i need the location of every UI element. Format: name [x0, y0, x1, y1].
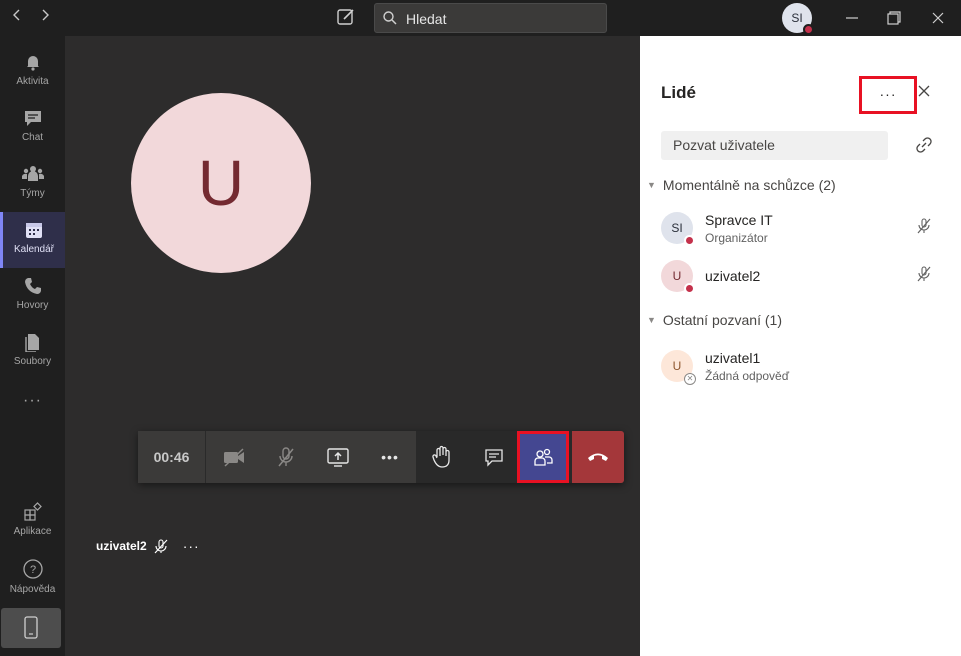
raise-hand-button[interactable] [416, 431, 468, 483]
user-initials: SI [791, 11, 803, 25]
share-screen-button[interactable] [312, 431, 364, 483]
hang-up-icon [588, 453, 608, 461]
rail-item-chat[interactable]: Chat [0, 100, 65, 156]
avatar: U [661, 260, 695, 294]
no-response-status-icon: ✕ [684, 373, 696, 385]
caller-mic-off-icon [154, 539, 168, 554]
caller-more-options[interactable]: ··· [183, 538, 200, 554]
device-settings-button[interactable] [1, 608, 61, 648]
hang-up-button[interactable] [572, 431, 624, 483]
rail-label: Nápověda [9, 584, 56, 595]
section-in-meeting-header[interactable]: ▼ Momentálně na schůzce (2) [647, 177, 836, 193]
busy-status-dot [684, 235, 695, 246]
new-chat-compose-icon[interactable] [336, 7, 358, 29]
raise-hand-icon [432, 445, 450, 468]
rail-item-teams[interactable]: Týmy [0, 156, 65, 212]
share-screen-icon [327, 448, 349, 467]
app-rail: Aktivita Chat Týmy Kalendář Hovory Soubo… [0, 36, 65, 656]
title-bar: Hledat SI [0, 0, 961, 36]
participant-avatar-large: U [131, 93, 311, 273]
camera-off-icon [224, 448, 244, 467]
minimize-icon[interactable] [840, 6, 864, 30]
avatar-initials: U [672, 359, 682, 373]
call-controls: 00:46 ••• [138, 431, 624, 483]
busy-status-dot [684, 283, 695, 294]
camera-off-button[interactable] [208, 431, 260, 483]
user-avatar[interactable]: SI [782, 3, 814, 35]
caller-name: uzivatel2 [96, 539, 147, 553]
participants-icon [534, 448, 553, 466]
rail-label: Týmy [20, 188, 45, 199]
help-icon: ? [22, 559, 43, 579]
participant-role: Organizátor [705, 231, 768, 245]
mic-off-icon [278, 447, 294, 467]
participant-response: Žádná odpověď [705, 369, 790, 383]
collapse-triangle-icon: ▼ [647, 315, 656, 325]
participant-name: Spravce IT [705, 212, 773, 228]
mic-off-button[interactable] [260, 431, 312, 483]
files-icon [24, 334, 39, 352]
rail-more-apps[interactable]: ··· [0, 392, 65, 410]
more-actions-button[interactable]: ••• [364, 431, 416, 483]
rail-label: Hovory [16, 300, 49, 311]
rail-item-activity[interactable]: Aktivita [0, 44, 65, 100]
rail-label: Soubory [13, 356, 52, 367]
panel-more-options-button[interactable]: ··· [859, 76, 917, 114]
close-panel-icon[interactable] [916, 83, 932, 99]
rail-item-calendar[interactable]: Kalendář [0, 212, 65, 268]
rail-label: Aplikace [13, 526, 52, 537]
forward-arrow-icon[interactable] [35, 7, 55, 27]
avatar-initials: U [672, 269, 682, 283]
rail-label: Chat [21, 132, 44, 143]
calendar-icon [26, 223, 42, 238]
apps-icon [23, 502, 42, 521]
people-panel: Lidé ··· Pozvat uživatele ▼ Momentálně na… [640, 36, 961, 656]
rail-item-files[interactable]: Soubory [0, 324, 65, 380]
rail-item-help[interactable]: ? Nápověda [0, 550, 65, 606]
bell-icon [26, 56, 39, 71]
search-icon [382, 10, 398, 31]
phone-icon [24, 278, 41, 294]
copy-join-link-icon[interactable] [915, 136, 933, 159]
search-box[interactable]: Hledat [374, 3, 607, 33]
call-timer: 00:46 [138, 431, 206, 483]
participant-name: uzivatel1 [705, 350, 761, 366]
invite-people-input[interactable]: Pozvat uživatele [661, 131, 888, 160]
chat-bubble-icon [485, 449, 503, 467]
back-arrow-icon[interactable] [7, 7, 27, 27]
muted-mic-icon [917, 218, 931, 234]
svg-text:?: ? [29, 564, 35, 576]
invited-participant-row[interactable]: U ✕ uzivatel1 Žádná odpověď [661, 350, 951, 386]
avatar-initials: SI [671, 221, 683, 235]
participant-row[interactable]: SI Spravce IT Organizátor [661, 212, 951, 248]
rail-label: Aktivita [16, 76, 49, 87]
show-participants-button[interactable] [517, 431, 569, 483]
rail-item-calls[interactable]: Hovory [0, 268, 65, 324]
section-in-meeting-label: Momentálně na schůzce (2) [662, 177, 836, 193]
avatar: SI [661, 212, 695, 246]
busy-status-dot [803, 24, 814, 35]
chat-icon [24, 111, 41, 126]
show-conversation-button[interactable] [468, 431, 520, 483]
collapse-triangle-icon: ▼ [647, 180, 656, 190]
restore-icon[interactable] [882, 6, 906, 30]
meeting-stage: U 00:46 ••• uzivatel2 ··· [65, 36, 640, 656]
search-placeholder: Hledat [406, 11, 447, 27]
mobile-device-icon [24, 616, 38, 639]
section-others-invited-header[interactable]: ▼ Ostatní pozvaní (1) [647, 312, 782, 328]
caller-label: uzivatel2 ··· [96, 538, 200, 554]
teams-icon [21, 166, 44, 181]
participant-name: uzivatel2 [705, 268, 761, 284]
rail-label: Kalendář [13, 244, 55, 255]
panel-title: Lidé [661, 83, 696, 102]
close-window-icon[interactable] [926, 6, 950, 30]
rail-item-apps[interactable]: Aplikace [0, 494, 65, 550]
muted-mic-icon [917, 266, 931, 282]
avatar: U ✕ [661, 350, 696, 385]
participant-row[interactable]: U uzivatel2 [661, 260, 951, 296]
section-others-invited-label: Ostatní pozvaní (1) [662, 312, 782, 328]
